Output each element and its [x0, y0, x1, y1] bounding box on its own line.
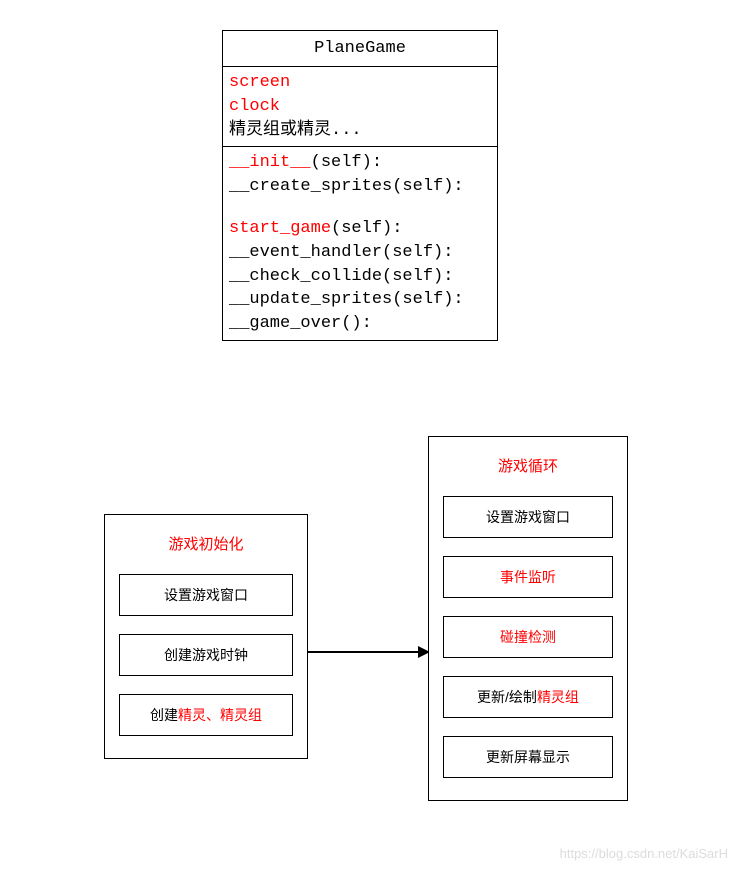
uml-class-box: PlaneGame screen clock 精灵组或精灵... __init_…	[222, 30, 498, 341]
loop-step-event: 事件监听	[443, 556, 613, 598]
init-step-clock: 创建游戏时钟	[119, 634, 293, 676]
method-start-game: start_game(self):	[229, 217, 491, 241]
loop-flow-title: 游戏循环	[443, 455, 613, 476]
method-create-sprites: __create_sprites(self):	[229, 175, 491, 199]
attr-sprites: 精灵组或精灵...	[229, 121, 362, 140]
loop-step-update-sprites: 更新/绘制精灵组	[443, 676, 613, 718]
attr-clock: clock	[229, 97, 280, 116]
loop-flow-box: 游戏循环 设置游戏窗口 事件监听 碰撞检测 更新/绘制精灵组 更新屏幕显示	[428, 436, 628, 801]
init-step-window: 设置游戏窗口	[119, 574, 293, 616]
init-flow-box: 游戏初始化 设置游戏窗口 创建游戏时钟 创建精灵、精灵组	[104, 514, 308, 759]
loop-step-update-screen: 更新屏幕显示	[443, 736, 613, 778]
method-update-sprites: __update_sprites(self):	[229, 288, 491, 312]
method-game-over: __game_over():	[229, 312, 491, 336]
uml-class-title: PlaneGame	[223, 31, 497, 67]
method-check-collide: __check_collide(self):	[229, 265, 491, 289]
watermark: https://blog.csdn.net/KaiSarH	[560, 846, 728, 861]
loop-step-window: 设置游戏窗口	[443, 496, 613, 538]
uml-methods: __init__(self): __create_sprites(self): …	[223, 147, 497, 340]
uml-attributes: screen clock 精灵组或精灵...	[223, 67, 497, 147]
flow-arrow	[308, 651, 428, 653]
loop-step-collide: 碰撞检测	[443, 616, 613, 658]
attr-screen: screen	[229, 73, 290, 92]
method-init: __init__(self):	[229, 151, 491, 175]
init-flow-title: 游戏初始化	[119, 533, 293, 554]
init-step-sprites: 创建精灵、精灵组	[119, 694, 293, 736]
method-event-handler: __event_handler(self):	[229, 241, 491, 265]
